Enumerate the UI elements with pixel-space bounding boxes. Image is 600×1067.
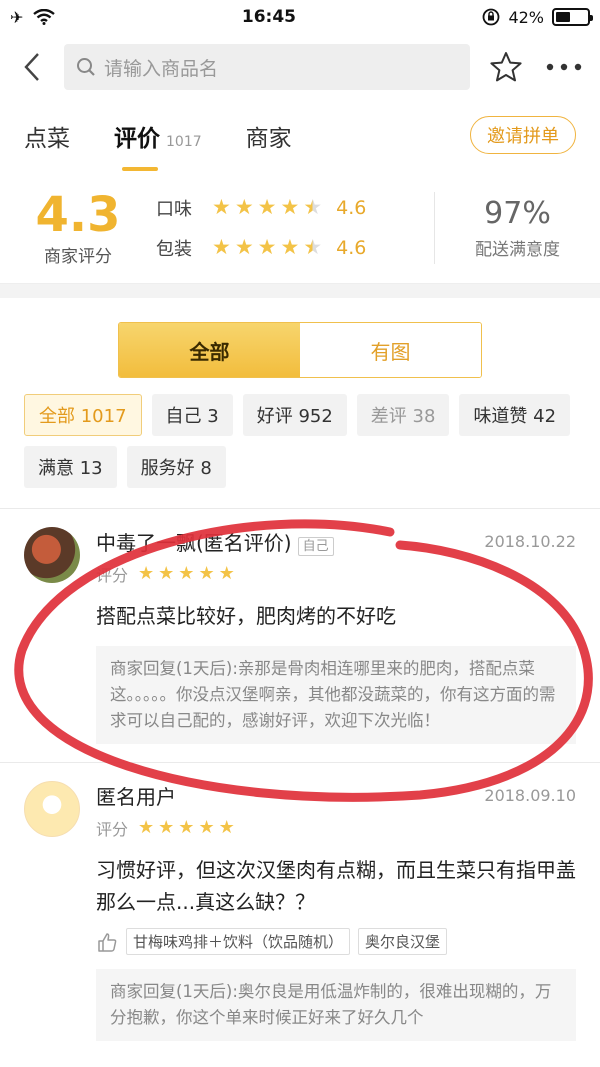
star-icon: ★ [234, 235, 254, 259]
review-list: 中毒了一飘(匿名评价) 自己 2018.10.22 评分 ★ ★ ★ ★ ★ 搭配点菜比较… [0, 508, 600, 1059]
chip-positive[interactable]: 好评 952 [242, 394, 347, 436]
rating-row-packaging: 包装 ★ ★ ★ ★ ★ 4.6 [156, 235, 367, 260]
star-icon: ★ [234, 195, 254, 219]
star-icon: ★ [138, 563, 155, 584]
search-row: 请输入商品名 [0, 34, 600, 100]
half-star-icon: ★ [303, 235, 323, 259]
delivery-satisfaction: 97% 配送满意度 [475, 195, 560, 260]
chip-tasty[interactable]: 味道赞 42 [459, 394, 571, 436]
reviewer-name: 匿名用户 [96, 785, 176, 809]
chip-all[interactable]: 全部 1017 [24, 394, 142, 436]
tab-reviews[interactable]: 评价 1017 [114, 119, 202, 171]
review-stars: ★ ★ ★ ★ ★ [138, 565, 235, 583]
review-text: 搭配点菜比较好，肥肉烤的不好吃 [96, 604, 396, 628]
star-icon: ★ [178, 563, 195, 584]
star-rating: ★ ★ ★ ★ ★ [212, 237, 322, 258]
star-rating: ★ ★ ★ ★ ★ [212, 197, 322, 218]
star-icon: ★ [158, 817, 175, 838]
review-page: ✈ 16:45 42% 请输入商品名 点菜 评价 1017 商家 邀请拼单 4.… [0, 0, 600, 1067]
status-time: 16:45 [241, 7, 296, 27]
wifi-icon [33, 9, 56, 25]
review-item: 匿名用户 2018.09.10 评分 ★ ★ ★ ★ ★ 习惯好评，但这次汉堡肉有点糊，… [0, 762, 600, 1059]
orientation-lock-icon [483, 8, 500, 26]
merchant-score: 4.3 商家评分 [0, 188, 156, 267]
rating-row-taste: 口味 ★ ★ ★ ★ ★ 4.6 [156, 195, 367, 220]
review-date: 2018.10.22 [484, 532, 576, 551]
more-dots-icon [546, 63, 582, 71]
half-star-icon: ★ [303, 195, 323, 219]
chip-good-service[interactable]: 服务好 8 [126, 446, 226, 488]
review-type-segment: 全部 有图 [118, 322, 482, 378]
section-gap [0, 284, 600, 298]
star-icon: ★ [218, 563, 235, 584]
avatar[interactable] [24, 781, 80, 837]
review-count: 1017 [166, 134, 202, 150]
star-icon: ★ [178, 817, 195, 838]
star-icon: ★ [280, 195, 300, 219]
review-date: 2018.09.10 [484, 786, 576, 805]
star-icon: ★ [138, 817, 155, 838]
more-button[interactable] [542, 45, 586, 89]
favorite-button[interactable] [484, 45, 528, 89]
star-icon: ★ [280, 235, 300, 259]
status-bar: ✈ 16:45 42% [0, 0, 600, 34]
sub-ratings: 口味 ★ ★ ★ ★ ★ 4.6 包装 ★ ★ ★ ★ ★ 4.6 [156, 188, 434, 268]
star-icon: ★ [198, 563, 215, 584]
segment-with-image[interactable]: 有图 [300, 323, 481, 377]
review-text: 习惯好评，但这次汉堡肉有点糊，而且生菜只有指甲盖那么一点...真这么缺？？ [96, 858, 576, 914]
battery-percent: 42% [508, 7, 544, 27]
segment-all[interactable]: 全部 [119, 323, 300, 377]
merchant-reply: 商家回复(1天后):奥尔良是用低温炸制的，很难出现糊的，万分抱歉，你这个单来时候… [96, 969, 576, 1041]
thumbs-up-icon[interactable] [96, 931, 118, 953]
tab-merchant[interactable]: 商家 [246, 119, 292, 153]
rating-summary: 4.3 商家评分 口味 ★ ★ ★ ★ ★ 4.6 包装 ★ ★ ★ ★ ★ 4.6 97% 配… [0, 172, 600, 284]
chevron-left-icon [24, 53, 39, 81]
score-label: 商家评分 [44, 247, 112, 267]
self-badge: 自己 [297, 537, 334, 556]
search-icon [77, 58, 95, 76]
tab-indicator [122, 167, 158, 171]
star-icon: ★ [198, 817, 215, 838]
star-icon: ★ [257, 195, 277, 219]
star-icon: ★ [218, 817, 235, 838]
search-input[interactable]: 请输入商品名 [64, 44, 470, 90]
dish-tag[interactable]: 奥尔良汉堡 [358, 928, 448, 955]
review-item: 中毒了一飘(匿名评价) 自己 2018.10.22 评分 ★ ★ ★ ★ ★ 搭配点菜比较… [0, 509, 600, 762]
dish-tag[interactable]: 甘梅味鸡排＋饮料（饮品随机） [126, 928, 351, 955]
tab-menu[interactable]: 点菜 [24, 119, 70, 153]
chip-self[interactable]: 自己 3 [151, 394, 233, 436]
merchant-reply: 商家回复(1天后):亲那是骨肉相连哪里来的肥肉，搭配点菜这。。。。。你没点汉堡啊… [96, 646, 576, 744]
chip-negative[interactable]: 差评 38 [356, 394, 450, 436]
ordered-items: 甘梅味鸡排＋饮料（饮品随机） 奥尔良汉堡 [96, 928, 576, 955]
search-placeholder: 请输入商品名 [104, 57, 219, 80]
star-icon: ★ [158, 563, 175, 584]
star-outline-icon [490, 52, 522, 82]
star-icon: ★ [212, 235, 231, 259]
score-value: 4.3 [35, 187, 121, 243]
star-icon: ★ [257, 235, 277, 259]
battery-icon [552, 8, 593, 26]
review-stars: ★ ★ ★ ★ ★ [138, 819, 235, 837]
invite-group-order-button[interactable]: 邀请拼单 [470, 116, 576, 154]
filter-chips: 全部 1017 自己 3 好评 952 差评 38 味道赞 42 满意 13 服… [0, 378, 600, 488]
reviewer-name: 中毒了一飘(匿名评价) [96, 531, 292, 555]
back-button[interactable] [14, 47, 50, 87]
chip-satisfied[interactable]: 满意 13 [24, 446, 117, 488]
avatar[interactable] [24, 527, 80, 583]
star-icon: ★ [212, 195, 231, 219]
airplane-icon: ✈ [10, 7, 24, 27]
tab-bar: 点菜 评价 1017 商家 邀请拼单 [0, 100, 600, 172]
